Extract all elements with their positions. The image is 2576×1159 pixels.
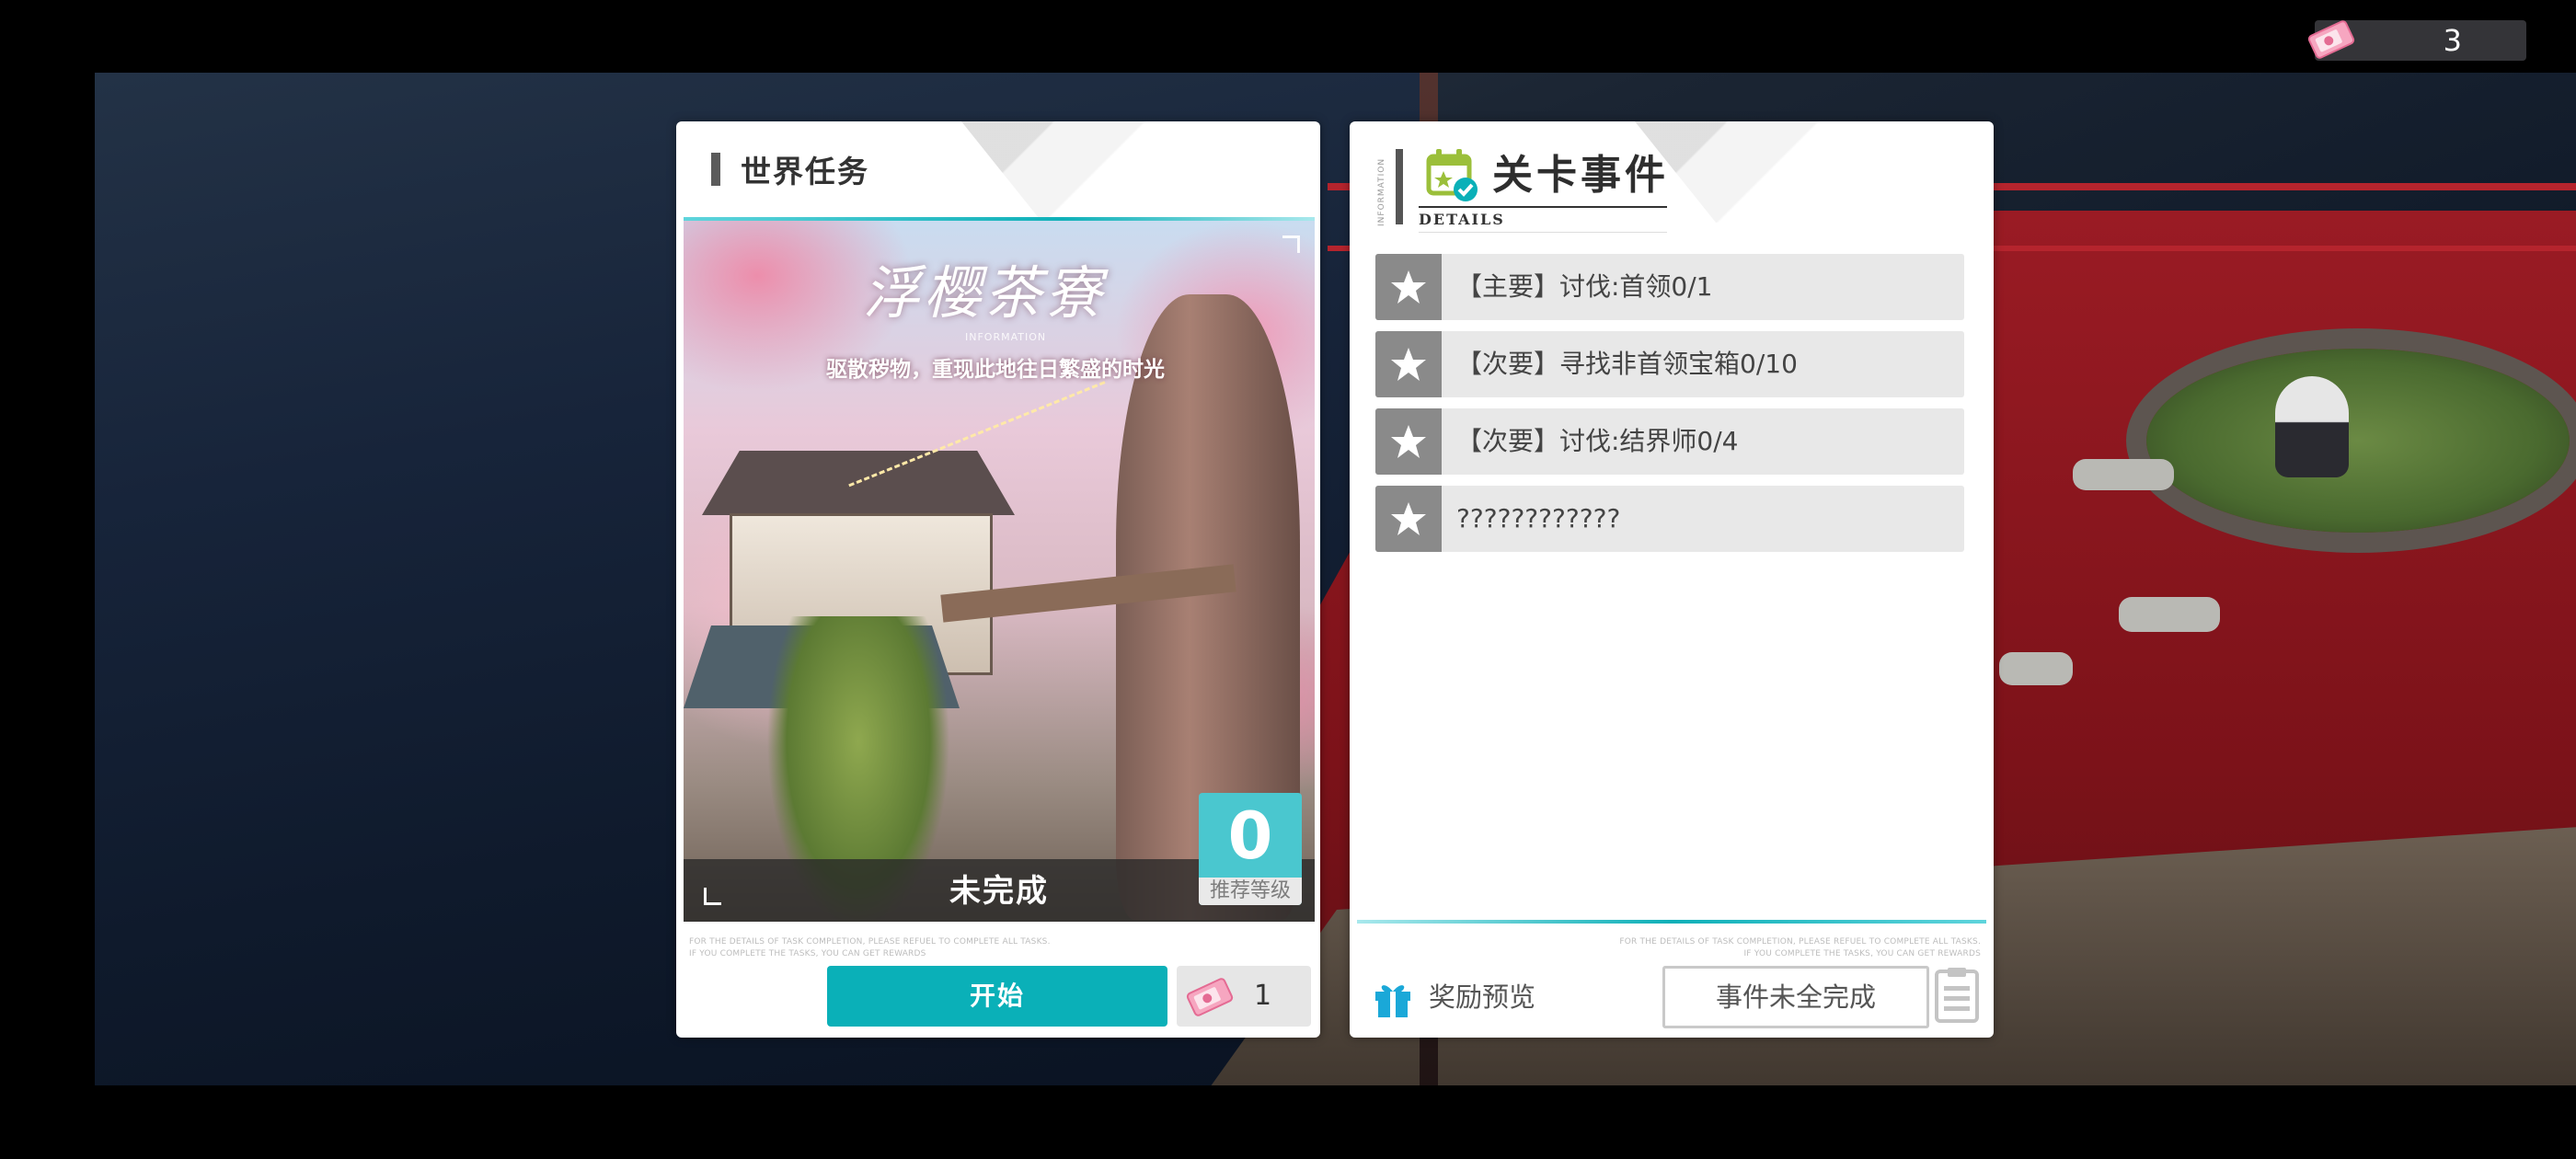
gift-icon [1372,977,1414,1023]
event-text: 【次要】讨伐:结界师0/4 [1456,426,1739,456]
accent-line [1357,920,1986,924]
stage-name: 浮樱茶寮 [863,259,1107,327]
reward-preview-label: 奖励预览 [1429,981,1536,1013]
stepping-stone [1999,652,2073,685]
list-item[interactable]: 【次要】寻找非首领宝箱0/10 [1375,331,1964,397]
stage-subtitle: 驱散秽物，重现此地往日繁盛的时光 [826,358,1165,382]
fineprint: FOR THE DETAILS OF TASK COMPLETION, PLEA… [1502,936,1981,960]
fineprint-line: IF YOU COMPLETE THE TASKS, YOU CAN GET R… [689,949,926,958]
star-badge [1375,331,1442,397]
list-item[interactable]: 【主要】讨伐:首领0/1 [1375,254,1964,320]
stage-events-panel: INFORMATION 关卡事件 DETAILS 【主要】讨伐:首领0/1 【次… [1350,121,1994,1038]
panel-title: 关卡事件 [1492,152,1669,199]
fineprint: FOR THE DETAILS OF TASK COMPLETION, PLEA… [689,936,1149,960]
star-badge [1375,254,1442,320]
list-icon[interactable] [1933,966,1983,1028]
fineprint-line: FOR THE DETAILS OF TASK COMPLETION, PLEA… [1619,937,1981,947]
fineprint-line: IF YOU COMPLETE THE TASKS, YOU CAN GET R… [1743,949,1981,958]
corner-decoration [961,121,1164,223]
fineprint-line: FOR THE DETAILS OF TASK COMPLETION, PLEA… [689,937,1051,947]
stepping-stone [2119,597,2220,632]
star-badge [1375,408,1442,475]
game-scene-background [95,73,2576,1085]
stage-artwork[interactable]: 浮樱茶寮 INFORMATION 驱散秽物，重现此地往日繁盛的时光 未完成 0 … [684,221,1315,922]
event-list: 【主要】讨伐:首领0/1 【次要】寻找非首领宝箱0/10 【次要】讨伐:结界师0… [1375,254,1964,563]
panel-title: 世界任务 [741,154,869,189]
event-text: ???????????? [1456,503,1621,534]
ticket-icon [1184,977,1236,1021]
ticket-counter: 3 [2307,20,2526,61]
star-icon [1391,502,1426,535]
start-button[interactable]: 开始 [827,966,1167,1027]
details-label: DETAILS [1419,206,1667,233]
star-icon [1391,270,1426,304]
ticket-icon [2306,18,2357,64]
world-task-panel: 世界任务 浮樱茶寮 INFORMATION 驱散秽物，重现此地往日繁盛的时光 未… [676,121,1320,1038]
recommended-level-value: 0 [1227,798,1273,874]
star-icon [1391,348,1426,381]
recommended-level-badge: 0 推荐等级 [1199,793,1302,905]
recommended-level-label: 推荐等级 [1199,878,1302,905]
events-status-button[interactable]: 事件未全完成 [1662,966,1929,1028]
event-text: 【次要】寻找非首领宝箱0/10 [1456,349,1798,379]
player-character [2275,376,2349,477]
grass-patch [2146,349,2570,533]
event-text: 【主要】讨伐:首领0/1 [1456,271,1713,302]
info-vertical-tag: INFORMATION [1377,157,1386,226]
stepping-stone [2073,459,2174,490]
corner-bracket-icon [1282,235,1300,253]
title-bar-mark [1396,149,1403,224]
star-icon [1391,425,1426,458]
info-tag: INFORMATION [965,331,1047,343]
ticket-cost-value: 1 [1254,980,1272,1012]
calendar-check-icon [1423,145,1482,208]
title-bar-mark [711,153,720,186]
ticket-cost: 1 [1177,966,1311,1027]
list-item[interactable]: 【次要】讨伐:结界师0/4 [1375,408,1964,475]
list-item[interactable]: ???????????? [1375,486,1964,552]
ticket-count: 3 [2443,23,2462,58]
star-badge [1375,486,1442,552]
